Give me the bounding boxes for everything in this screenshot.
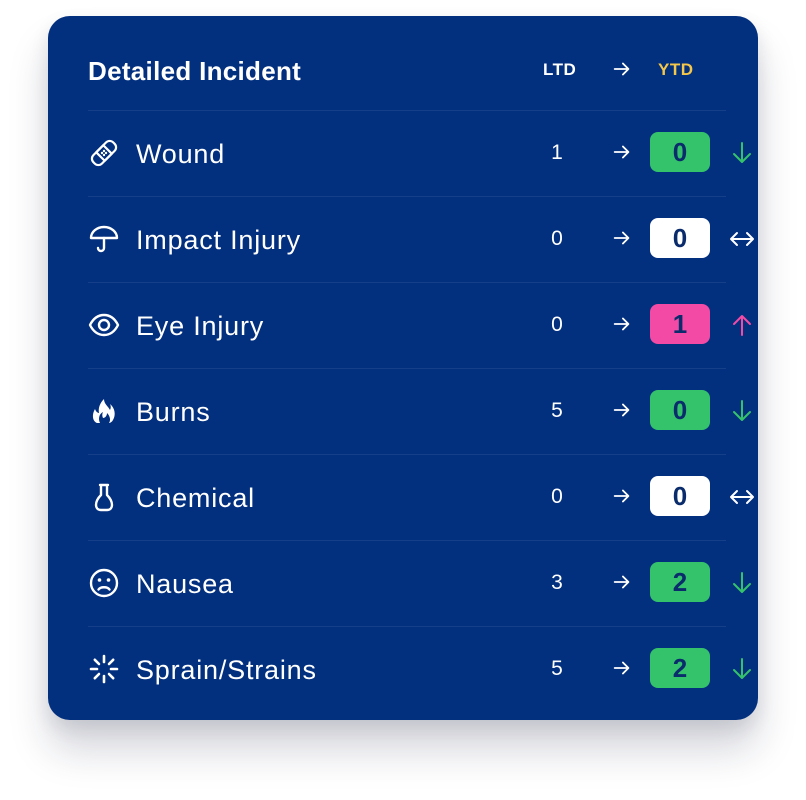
arrow-right-icon: [613, 575, 630, 589]
incident-row-sprain-strains: Sprain/Strains 5 2: [88, 627, 751, 712]
ltd-value: 0: [551, 227, 563, 250]
flask-icon: [94, 483, 114, 512]
incident-label: Wound: [136, 139, 226, 169]
incident-row-chemical: Chemical 0 0: [88, 455, 754, 541]
umbrella-icon: [89, 225, 119, 253]
panel-title: Detailed Incident: [88, 56, 302, 86]
incident-panel: Detailed Incident LTD YTD Wound 1 0 Impa…: [48, 16, 758, 720]
arrow-down-icon: [733, 572, 751, 593]
ytd-badge: 2: [650, 648, 710, 688]
arrow-left-right-icon: [730, 490, 754, 504]
arrow-right-icon: [613, 317, 630, 331]
ltd-value: 0: [551, 485, 563, 508]
arrow-down-icon: [733, 658, 751, 679]
ltd-value: 1: [551, 141, 563, 164]
ltd-value: 5: [551, 399, 563, 422]
incident-label: Impact Injury: [136, 225, 301, 255]
flame-icon: [92, 399, 115, 423]
ltd-column-header: LTD: [543, 60, 577, 79]
arrow-right-icon: [613, 489, 630, 503]
ytd-badge: 0: [650, 476, 710, 516]
ltd-value: 0: [551, 313, 563, 336]
ytd-badge: 2: [650, 562, 710, 602]
ytd-badge: 1: [650, 304, 710, 344]
loader-burst-icon: [89, 654, 119, 684]
ytd-column-header: YTD: [658, 60, 694, 79]
incident-label: Nausea: [136, 569, 234, 599]
arrow-right-icon: [613, 231, 630, 245]
eye-icon: [88, 313, 120, 337]
incident-row-impact-injury: Impact Injury 0 0: [88, 197, 754, 283]
arrow-right-icon: [613, 62, 630, 76]
panel-header: Detailed Incident LTD YTD: [88, 16, 726, 111]
ltd-value: 3: [551, 571, 563, 594]
bandage-icon: [90, 139, 118, 167]
incident-label: Burns: [136, 397, 211, 427]
arrow-right-icon: [613, 145, 630, 159]
arrow-right-icon: [613, 403, 630, 417]
incident-row-nausea: Nausea 3 2: [88, 541, 751, 627]
arrow-down-icon: [733, 142, 751, 163]
incident-label: Sprain/Strains: [136, 655, 317, 685]
arrow-up-icon: [733, 315, 751, 336]
sad-face-icon: [89, 568, 119, 598]
incident-row-wound: Wound 1 0: [88, 111, 751, 197]
incident-row-burns: Burns 5 0: [88, 369, 751, 455]
arrow-right-icon: [613, 661, 630, 675]
arrow-left-right-icon: [730, 232, 754, 246]
incident-label: Chemical: [136, 483, 255, 513]
ltd-value: 5: [551, 657, 563, 680]
incident-row-eye-injury: Eye Injury 0 1: [88, 283, 751, 369]
incident-label: Eye Injury: [136, 311, 265, 341]
arrow-down-icon: [733, 400, 751, 421]
ytd-badge: 0: [650, 218, 710, 258]
ytd-badge: 0: [650, 390, 710, 430]
ytd-badge: 0: [650, 132, 710, 172]
